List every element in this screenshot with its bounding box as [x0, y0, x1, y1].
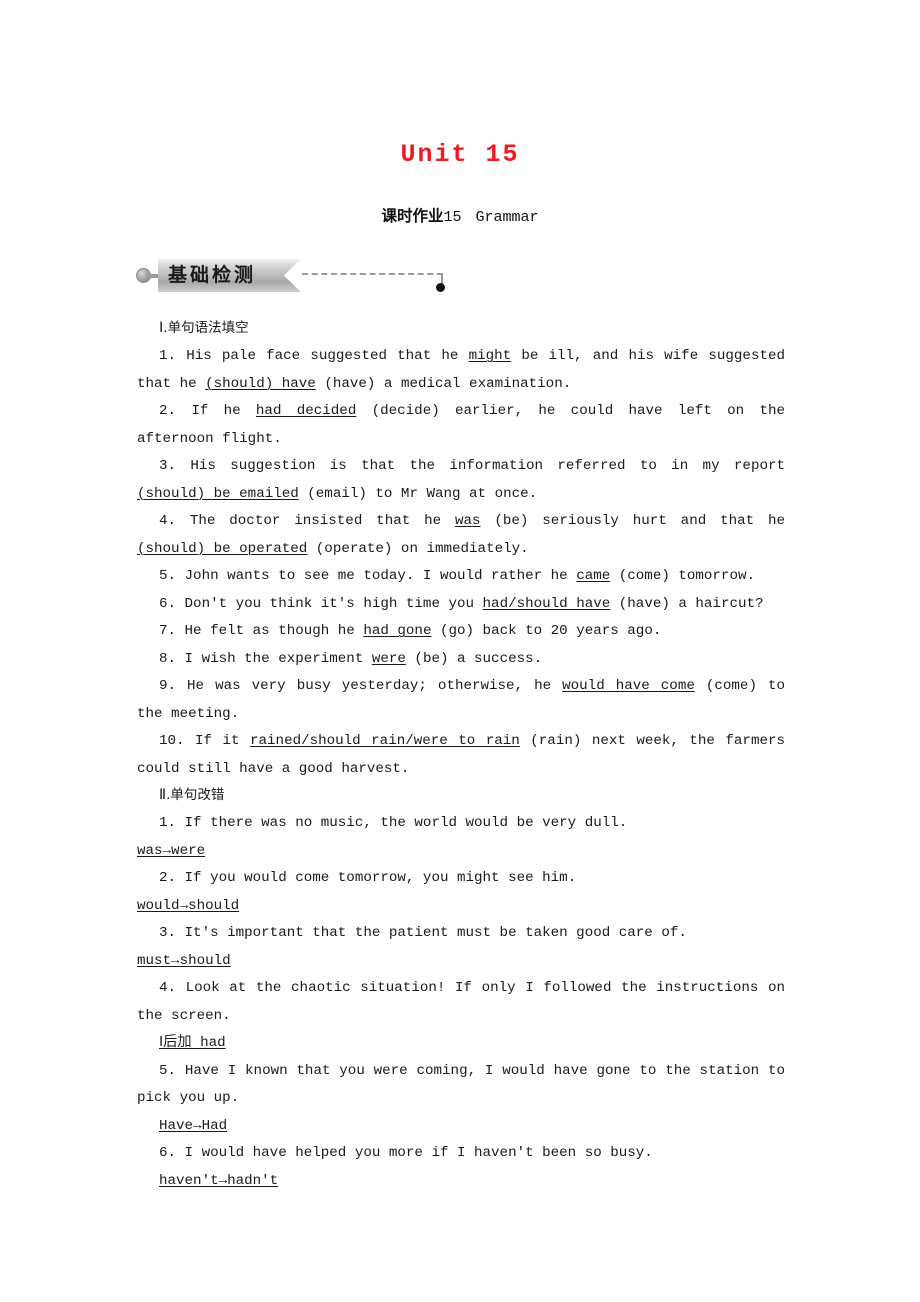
item-number: 3. — [159, 458, 191, 474]
answer-blank: came — [576, 568, 611, 584]
item-text: (come) tomorrow. — [610, 568, 755, 584]
section-two-title: .单句改错 — [166, 787, 225, 803]
item-text: His suggestion is that the information r… — [190, 458, 786, 474]
item-number: 8. — [159, 650, 185, 667]
item-text: He was very busy yesterday; otherwise, h… — [187, 678, 563, 694]
grammar-fill-item: 2. If he had decided (decide) earlier, h… — [137, 398, 785, 453]
worksheet-number: 15 — [443, 209, 462, 226]
item-text: Look at the chaotic situation! If only I… — [137, 980, 785, 1024]
grammar-fill-item: 5. John wants to see me today. I would r… — [137, 563, 785, 591]
section-two-items: 1. If there was no music, the world woul… — [137, 810, 785, 1195]
correction-item: 6. I would have helped you more if I hav… — [137, 1140, 785, 1168]
section-one-title: .单句语法填空 — [163, 320, 249, 336]
item-text: If there was no music, the world would b… — [184, 815, 628, 831]
correction-answer: would→should — [137, 893, 785, 921]
item-text: (be) a success. — [405, 650, 543, 667]
item-text: Don't you think it's high time you — [184, 595, 483, 612]
correction-item: 4. Look at the chaotic situation! If onl… — [137, 975, 785, 1030]
answer-blank: were — [371, 650, 406, 667]
correction-answer: must→should — [137, 948, 785, 976]
item-text: (have) a medical examination. — [315, 375, 572, 392]
worksheet-subject: Grammar — [475, 209, 539, 226]
item-number: 7. — [159, 623, 185, 639]
answer-blank: had gone — [363, 623, 432, 639]
answer-blank: (should) be operated — [137, 540, 308, 557]
item-text: If he — [191, 403, 256, 419]
worksheet-cn-label: 课时作业 — [381, 207, 444, 225]
item-number: 4. — [159, 980, 186, 996]
grammar-fill-item: 1. His pale face suggested that he might… — [137, 343, 785, 398]
section-heading-two: Ⅱ.单句改错 — [137, 785, 785, 806]
item-number: 2. — [159, 403, 192, 419]
correction-item: 3. It's important that the patient must … — [137, 920, 785, 948]
banner-label: 基础检测 — [168, 264, 257, 286]
answer-blank: had decided — [255, 403, 357, 419]
answer-text: haven't→hadn't — [159, 1172, 279, 1189]
item-number: 5. — [159, 568, 185, 584]
grammar-fill-item: 9. He was very busy yesterday; otherwise… — [137, 673, 785, 728]
item-text: (go) back to 20 years ago. — [431, 623, 662, 639]
section-heading-one: Ⅰ.单句语法填空 — [137, 318, 785, 339]
answer-blank: might — [468, 348, 512, 364]
item-number: 5. — [159, 1062, 185, 1079]
banner-end-dot-icon — [436, 283, 445, 292]
correction-answer: Ⅰ后加 had — [137, 1030, 785, 1058]
item-text: He felt as though he — [184, 623, 364, 639]
correction-item: 1. If there was no music, the world woul… — [137, 810, 785, 838]
grammar-fill-item: 6. Don't you think it's high time you ha… — [137, 591, 785, 619]
correction-answer: Have→Had — [137, 1113, 785, 1141]
answer-text: would→should — [137, 897, 240, 914]
item-text: Have I known that you were coming, I wou… — [137, 1062, 785, 1107]
item-number: 6. — [159, 595, 185, 612]
item-number: 1. — [159, 815, 185, 831]
correction-item: 2. If you would come tomorrow, you might… — [137, 865, 785, 893]
answer-blank: (should) be emailed — [137, 485, 299, 502]
item-text: (be) seriously hurt and that he — [480, 513, 786, 529]
grammar-fill-item: 8. I wish the experiment were (be) a suc… — [137, 646, 785, 674]
item-text: I would have helped you more if I haven'… — [184, 1145, 653, 1161]
item-number: 9. — [159, 678, 188, 694]
section-banner: 基础检测 — [136, 259, 776, 295]
item-number: 4. — [159, 513, 190, 529]
answer-text: must→should — [137, 952, 231, 969]
grammar-fill-item: 7. He felt as though he had gone (go) ba… — [137, 618, 785, 646]
answer-blank: had/should have — [482, 595, 611, 612]
item-text: (have) a haircut? — [610, 595, 764, 612]
item-number: 6. — [159, 1145, 185, 1161]
worksheet-heading: 课时作业15 Grammar — [0, 204, 920, 226]
document-page: Unit 15 课时作业15 Grammar 基础检测 Ⅰ.单句语法填空 1. H… — [0, 0, 920, 1302]
exercise-content: Ⅰ.单句语法填空 1. His pale face suggested that… — [137, 318, 785, 1195]
item-text: If you would come tomorrow, you might se… — [184, 870, 577, 886]
answer-text: Have→Had — [159, 1117, 228, 1134]
answer-text: was→were — [137, 842, 206, 859]
item-number: 3. — [159, 925, 185, 941]
banner-dashed-line — [302, 273, 443, 275]
item-text: If it — [195, 733, 251, 749]
answer-blank: was — [454, 513, 481, 529]
answer-text: Ⅰ后加 had — [159, 1035, 226, 1051]
item-text: The doctor insisted that he — [189, 513, 455, 529]
answer-blank: would have come — [562, 678, 695, 694]
correction-answer: haven't→hadn't — [137, 1168, 785, 1196]
item-text: His pale face suggested that he — [186, 348, 469, 364]
item-text: (operate) on immediately. — [307, 540, 529, 557]
section-one-items: 1. His pale face suggested that he might… — [137, 343, 785, 783]
correction-item: 5. Have I known that you were coming, I … — [137, 1058, 785, 1113]
grammar-fill-item: 3. His suggestion is that the informatio… — [137, 453, 785, 508]
answer-blank: rained/should rain/were to rain — [250, 733, 520, 749]
correction-answer: was→were — [137, 838, 785, 866]
item-text: I wish the experiment — [184, 650, 372, 667]
answer-blank: (should) have — [205, 375, 316, 392]
item-text: It's important that the patient must be … — [184, 925, 687, 941]
item-text: (email) to Mr Wang at once. — [298, 485, 538, 502]
item-number: 2. — [159, 870, 185, 886]
grammar-fill-item: 4. The doctor insisted that he was (be) … — [137, 508, 785, 563]
item-number: 1. — [159, 348, 187, 364]
grammar-fill-item: 10. If it rained/should rain/were to rai… — [137, 728, 785, 783]
item-text: John wants to see me today. I would rath… — [184, 568, 577, 584]
item-number: 10. — [159, 733, 196, 749]
page-title: Unit 15 — [400, 140, 520, 169]
